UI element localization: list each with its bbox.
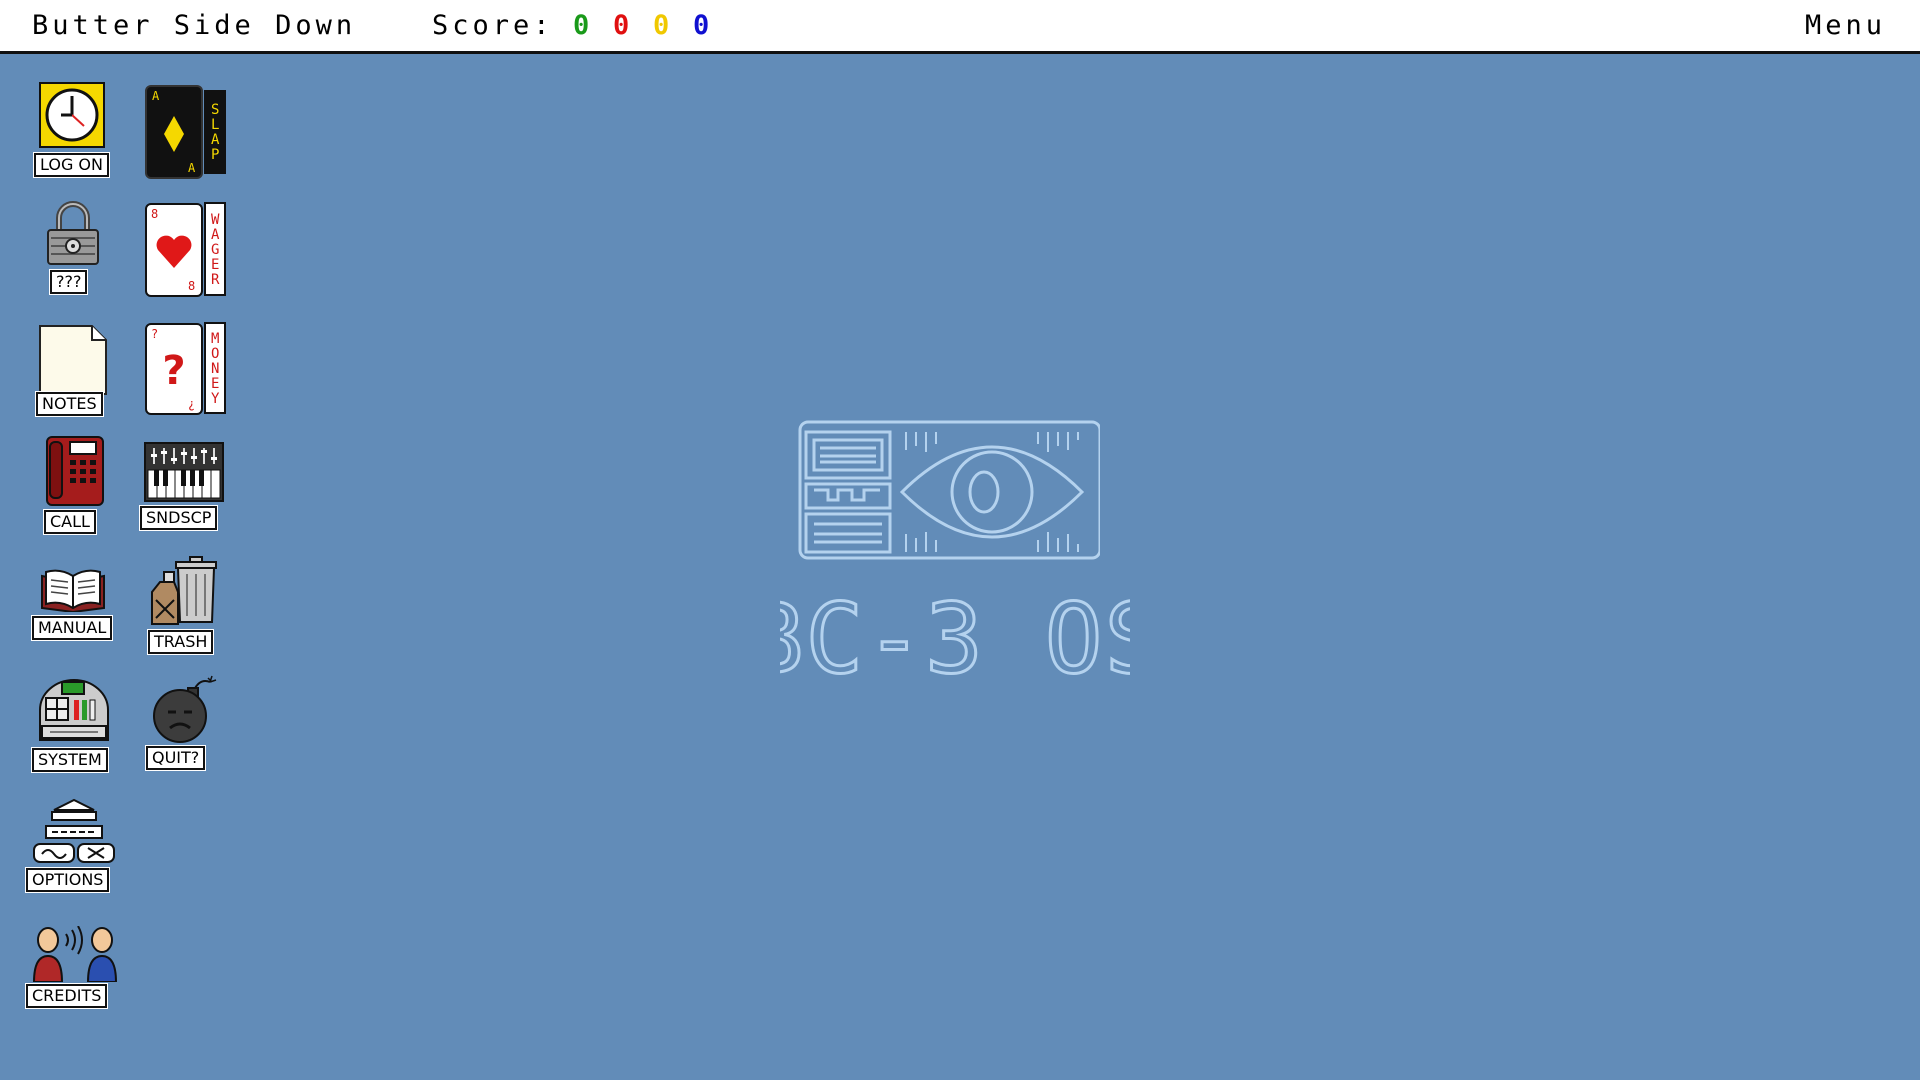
credits-desktop-icon[interactable]: CREDITS	[24, 926, 124, 1016]
padlock-icon	[47, 201, 99, 265]
sndscp-label: SNDSCP	[140, 506, 218, 530]
manual-label: MANUAL	[32, 616, 113, 640]
score-label: Score:	[432, 10, 554, 41]
menu-button[interactable]: Menu	[1805, 10, 1886, 41]
svg-text:?: ?	[162, 348, 185, 394]
notes-label: NOTES	[36, 392, 103, 416]
money-desktop-icon[interactable]: ? ? ¿ MONEY	[144, 320, 234, 420]
people-icon	[32, 926, 118, 982]
logon-label: LOG ON	[34, 153, 109, 177]
manual-desktop-icon[interactable]: MANUAL	[30, 568, 120, 648]
slap-label: SLAP	[204, 90, 226, 174]
logon-desktop-icon[interactable]: LOG ON	[30, 80, 114, 180]
svg-text:8: 8	[151, 207, 158, 221]
svg-text:8: 8	[188, 279, 195, 293]
money-label: MONEY	[204, 322, 226, 414]
trash-label: TRASH	[148, 630, 214, 654]
telephone-icon	[46, 436, 104, 506]
options-desktop-icon[interactable]: OPTIONS	[24, 796, 124, 896]
trash-can-icon	[151, 556, 217, 625]
card-heart-icon: 8 8	[145, 203, 203, 297]
card-question-icon: ? ? ¿	[145, 323, 203, 415]
score-blue: 0	[693, 10, 710, 41]
bomb-icon	[153, 675, 217, 743]
slap-label-text: SLAP	[207, 102, 224, 162]
card-diamond-icon: A A	[145, 85, 203, 179]
wager-label: WAGER	[204, 202, 226, 296]
wager-desktop-icon[interactable]: 8 8 WAGER	[144, 200, 234, 300]
mystery-desktop-icon[interactable]: ???	[30, 198, 114, 298]
system-desktop-icon[interactable]: SYSTEM	[30, 676, 120, 776]
book-icon	[41, 569, 105, 612]
app-title: Butter Side Down	[32, 10, 357, 41]
document-icon	[39, 325, 107, 395]
settings-icon	[33, 798, 115, 863]
os-logo-text: BC-3 OS	[780, 590, 1130, 690]
call-label: CALL	[44, 510, 96, 534]
options-label: OPTIONS	[26, 868, 110, 892]
mystery-label: ???	[50, 270, 88, 294]
synthesizer-icon	[144, 442, 224, 502]
os-name: BC-3 OS	[780, 590, 1130, 690]
clock-icon	[39, 82, 105, 148]
computer-icon	[39, 679, 109, 741]
menu-bar: Butter Side Down Score: 0 0 0 0 Menu	[0, 0, 1920, 54]
trash-desktop-icon[interactable]: TRASH	[144, 556, 234, 656]
quit-desktop-icon[interactable]: QUIT?	[144, 674, 234, 774]
money-label-text: MONEY	[207, 330, 224, 406]
quit-label: QUIT?	[146, 746, 206, 770]
notes-desktop-icon[interactable]: NOTES	[30, 322, 114, 422]
svg-text:¿: ¿	[188, 397, 195, 411]
svg-text:A: A	[152, 89, 160, 103]
svg-text:?: ?	[151, 327, 158, 341]
score-yellow: 0	[653, 10, 670, 41]
slap-desktop-icon[interactable]: A A SLAP	[144, 82, 234, 182]
sndscp-desktop-icon[interactable]: SNDSCP	[140, 440, 236, 536]
wager-label-text: WAGER	[207, 211, 224, 287]
credits-label: CREDITS	[26, 984, 108, 1008]
svg-text:A: A	[188, 161, 196, 175]
system-label: SYSTEM	[32, 748, 108, 772]
score-green: 0	[573, 10, 590, 41]
call-desktop-icon[interactable]: CALL	[30, 436, 114, 536]
score-red: 0	[613, 10, 630, 41]
eye-icon	[798, 420, 1100, 560]
